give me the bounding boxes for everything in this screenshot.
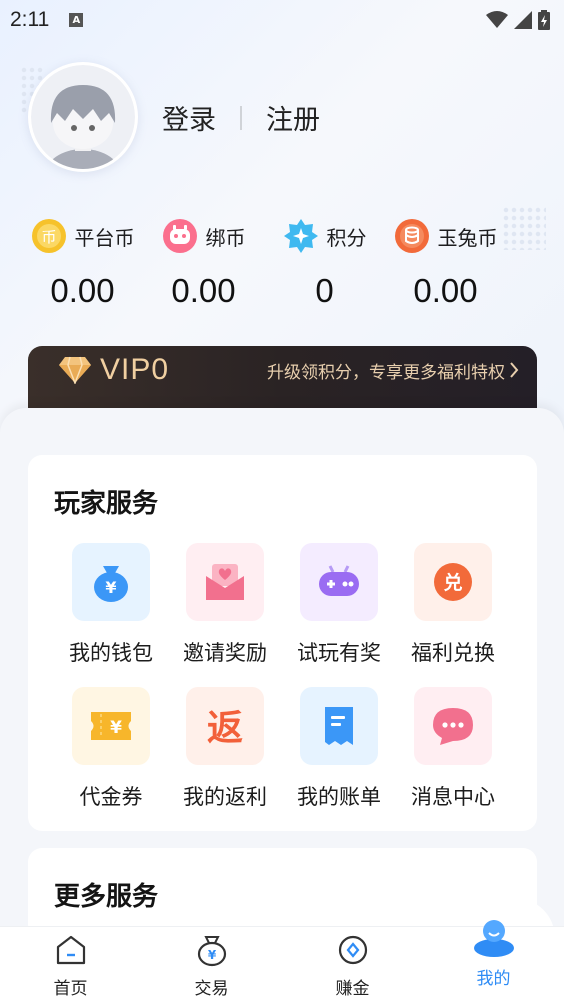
vip-level: VIP0 [100, 353, 170, 386]
service-label: 消息中心 [411, 785, 495, 809]
svg-text:¥: ¥ [110, 718, 122, 738]
battery-icon [538, 10, 550, 30]
message-icon [433, 708, 473, 745]
bottom-tab-bar: 首页 ¥ 交易 赚金 我的 [0, 920, 564, 1002]
service-bill[interactable]: 我的账单 [284, 687, 394, 811]
vip-banner[interactable]: VIP0 升级领积分，专享更多福利特权 [28, 346, 537, 412]
balance-label: 积分 [326, 225, 367, 250]
service-label: 我的钱包 [69, 641, 153, 665]
balance-label: 玉兔币 [437, 225, 498, 250]
section-title: 更多服务 [54, 882, 159, 912]
svg-text:返: 返 [207, 708, 243, 748]
tab-label: 我的 [476, 969, 511, 989]
platform-coin-icon: 币 [31, 219, 66, 253]
svg-text:¥: ¥ [207, 948, 216, 962]
service-message-center[interactable]: 消息中心 [398, 687, 508, 811]
balance-platform-coin[interactable]: 币 平台币 0.00 [22, 216, 143, 310]
diamond-icon [59, 356, 91, 384]
svg-text:¥: ¥ [105, 578, 116, 597]
signal-icon [514, 11, 532, 29]
tab-label: 交易 [194, 979, 229, 999]
balance-jade-rabbit-coin[interactable]: 玉兔币 0.00 [385, 216, 506, 310]
svg-text:币: 币 [41, 228, 56, 246]
service-label: 代金券 [79, 785, 143, 809]
balance-bound-coin[interactable]: 绑币 0.00 [143, 216, 264, 310]
balance-label: 绑币 [205, 225, 246, 250]
chevron-right-icon [510, 362, 519, 378]
bill-icon [325, 707, 353, 745]
home-icon [56, 935, 85, 965]
register-link[interactable]: 注册 [266, 98, 320, 137]
wifi-icon [486, 11, 508, 28]
service-label: 福利兑换 [411, 641, 495, 665]
service-label: 试玩有奖 [297, 641, 381, 665]
balance-points[interactable]: 积分 0 [264, 216, 385, 310]
profile-icon [473, 920, 514, 957]
balance-value: 0.00 [171, 272, 236, 309]
wallet-icon: ¥ [94, 566, 128, 602]
auth-links: 登录 注册 [162, 98, 320, 137]
balance-value: 0.00 [413, 272, 478, 309]
service-welfare-exchange[interactable]: 兑 福利兑换 [398, 543, 508, 667]
voucher-icon: ¥ [91, 712, 131, 740]
exchange-icon: 兑 [434, 563, 472, 601]
service-rebate[interactable]: 返 我的返利 [170, 687, 280, 811]
balance-value: 0.00 [50, 272, 115, 309]
service-label: 我的返利 [183, 785, 267, 809]
tab-label: 赚金 [335, 979, 370, 999]
player-services-card: 玩家服务 ¥ 我的钱包 邀请奖励 试玩有奖 兑 福利兑换 ¥ 代金券 返 我的返… [28, 455, 537, 831]
status-icons [486, 10, 550, 30]
rebate-icon: 返 [207, 708, 243, 748]
balance-value: 0 [315, 272, 334, 309]
tab-trade[interactable]: ¥ 交易 [141, 927, 282, 1002]
balance-row: 币 平台币 0.00 绑币 0.00 积分 0 玉兔币 0.00 [22, 216, 562, 310]
service-trial-reward[interactable]: 试玩有奖 [284, 543, 394, 667]
status-time: 2:11 [10, 8, 50, 31]
jade-rabbit-coin-icon [394, 219, 429, 253]
bound-coin-icon [162, 219, 197, 253]
balance-label: 平台币 [74, 225, 135, 250]
status-bar: 2:11 A [0, 0, 564, 40]
avatar[interactable] [28, 62, 138, 172]
service-invite-reward[interactable]: 邀请奖励 [170, 543, 280, 667]
points-icon [283, 219, 318, 253]
trade-bag-icon: ¥ [197, 936, 226, 967]
service-wallet[interactable]: ¥ 我的钱包 [56, 543, 166, 667]
service-label: 邀请奖励 [183, 641, 267, 665]
default-avatar-icon [31, 65, 135, 169]
invite-envelope-icon [206, 564, 244, 600]
notification-a-icon: A [69, 13, 84, 27]
svg-text:兑: 兑 [443, 571, 462, 594]
service-label: 我的账单 [297, 785, 381, 809]
tab-label: 首页 [53, 979, 88, 999]
earn-coin-icon [338, 935, 367, 965]
tab-profile[interactable]: 我的 [423, 920, 564, 1002]
vip-description: 升级领积分，专享更多福利特权 [267, 362, 505, 383]
section-title: 玩家服务 [54, 489, 159, 519]
tab-home[interactable]: 首页 [0, 927, 141, 1002]
login-link[interactable]: 登录 [162, 98, 216, 137]
service-voucher[interactable]: ¥ 代金券 [56, 687, 166, 811]
tab-earn[interactable]: 赚金 [282, 927, 423, 1002]
divider [240, 105, 242, 130]
gamepad-icon [319, 565, 359, 596]
